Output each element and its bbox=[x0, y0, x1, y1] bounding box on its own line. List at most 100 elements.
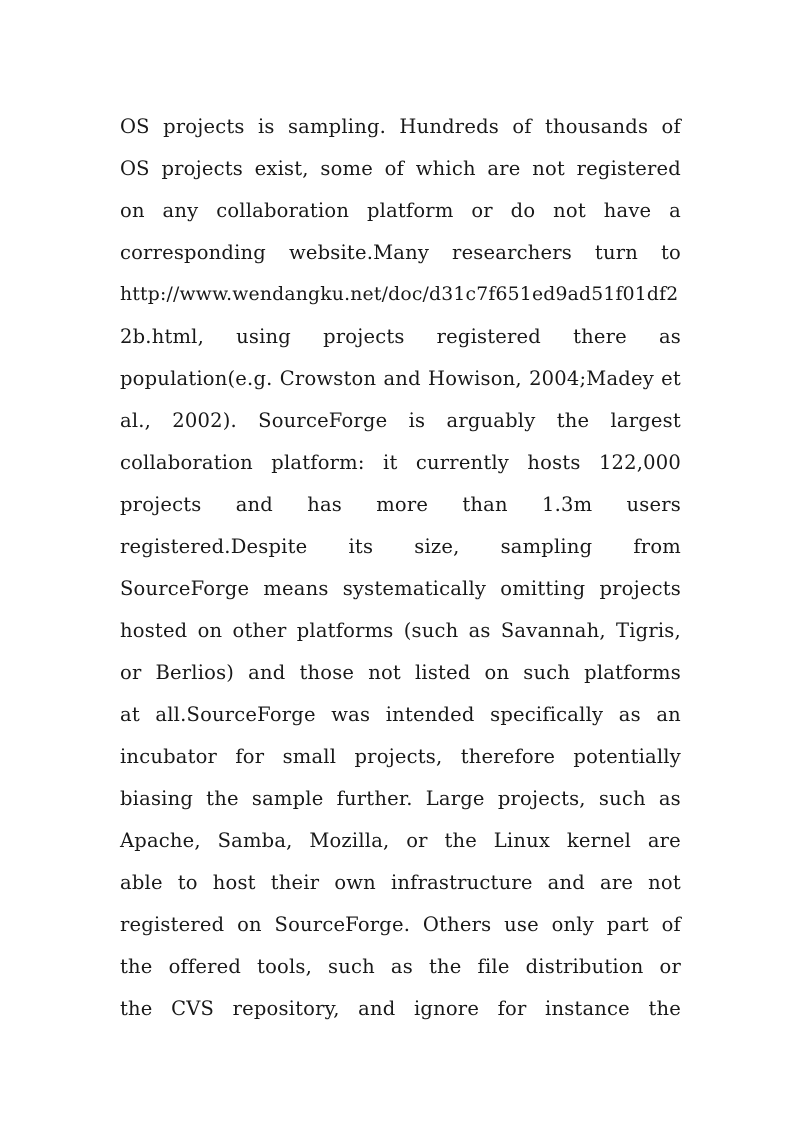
text-word: SourceForge. bbox=[274, 913, 411, 936]
text-word: use bbox=[504, 913, 539, 936]
text-word: the bbox=[556, 409, 590, 432]
text-line: http://www.wendangku.net/doc/d31c7f651ed… bbox=[120, 274, 681, 316]
text-word: the bbox=[120, 997, 153, 1020]
text-word: which bbox=[415, 157, 476, 180]
text-line: biasing the sample further. Large projects, su… bbox=[120, 778, 681, 820]
text-word: file bbox=[477, 955, 510, 978]
text-word: or bbox=[406, 829, 428, 852]
text-word: some bbox=[320, 157, 373, 180]
text-word: website.Many bbox=[288, 241, 430, 264]
text-word: http://www.wendangku.net/doc/d31c7f651ed… bbox=[120, 284, 679, 305]
text-word: more bbox=[376, 493, 429, 516]
text-word: users bbox=[626, 493, 681, 516]
text-word: collaboration bbox=[120, 451, 253, 474]
text-line: registered on SourceForge. Others use only par… bbox=[120, 904, 681, 946]
text-word: kernel bbox=[566, 829, 632, 852]
text-word: the bbox=[444, 829, 477, 852]
text-word: hosted bbox=[120, 619, 188, 642]
text-word: for bbox=[235, 745, 265, 768]
text-word: able bbox=[120, 871, 163, 894]
text-word: therefore bbox=[460, 745, 556, 768]
text-word: infrastructure bbox=[390, 871, 533, 894]
text-word: and bbox=[383, 367, 421, 390]
text-word: are bbox=[647, 829, 681, 852]
text-word: from bbox=[633, 535, 681, 558]
document-text-body: OS projects is sampling. Hundreds of thousands… bbox=[120, 106, 721, 1030]
text-word: to bbox=[660, 241, 681, 264]
text-word: is bbox=[257, 115, 275, 138]
text-word: arguably bbox=[446, 409, 536, 432]
text-line: population(e.g. Crowston and Howison, 2004;M… bbox=[120, 358, 681, 400]
text-word: projects bbox=[161, 157, 243, 180]
text-word: such bbox=[328, 955, 375, 978]
text-word: its bbox=[348, 535, 374, 558]
text-word: size, bbox=[414, 535, 460, 558]
text-word: 2b.html, bbox=[120, 325, 205, 348]
text-word: as bbox=[658, 787, 681, 810]
text-word: such bbox=[598, 787, 646, 810]
text-word: exist, bbox=[254, 157, 309, 180]
text-word: Others bbox=[422, 913, 492, 936]
text-word: 1.3m bbox=[541, 493, 593, 516]
text-word: sampling bbox=[500, 535, 593, 558]
text-word: projects bbox=[599, 577, 681, 600]
text-line: collaboration platform: it currently hosts 12… bbox=[120, 442, 681, 484]
text-word: of bbox=[512, 115, 532, 138]
text-word: those bbox=[299, 661, 355, 684]
text-word: and bbox=[248, 661, 286, 684]
text-word: of bbox=[661, 115, 681, 138]
text-word: the bbox=[428, 955, 462, 978]
text-word: the bbox=[206, 787, 239, 810]
text-word: collaboration bbox=[216, 199, 350, 222]
text-word: Howison, bbox=[428, 367, 522, 390]
text-word: own bbox=[334, 871, 376, 894]
text-word: on bbox=[484, 661, 510, 684]
text-line: the CVS repository, and ignore for instance the bbox=[120, 988, 681, 1030]
text-line: OS projects is sampling. Hundreds of thousands… bbox=[120, 106, 681, 148]
text-word: are bbox=[600, 871, 634, 894]
text-word: and bbox=[358, 997, 396, 1020]
text-word: have bbox=[603, 199, 652, 222]
text-word: on bbox=[237, 913, 262, 936]
text-word: platforms bbox=[584, 661, 681, 684]
text-word: and bbox=[547, 871, 585, 894]
text-word: instance bbox=[545, 997, 630, 1020]
text-word: tools, bbox=[257, 955, 313, 978]
text-line: the offered tools, such as the file distributio… bbox=[120, 946, 681, 988]
text-word: platform: bbox=[271, 451, 365, 474]
text-word: for bbox=[497, 997, 527, 1020]
text-word: and bbox=[235, 493, 273, 516]
text-word: or bbox=[120, 661, 142, 684]
text-word: the bbox=[648, 997, 681, 1020]
text-word: researchers bbox=[452, 241, 572, 264]
text-word: OS bbox=[120, 115, 150, 138]
text-word: projects bbox=[163, 115, 245, 138]
text-word: hosts bbox=[527, 451, 581, 474]
text-word: specifically bbox=[490, 703, 604, 726]
text-line: able to host their own infrastructure and are no… bbox=[120, 862, 681, 904]
text-word: biasing bbox=[120, 787, 194, 810]
text-word: further. bbox=[336, 787, 413, 810]
text-word: as bbox=[618, 703, 641, 726]
text-word: Savannah, bbox=[500, 619, 606, 642]
text-line: registered.Despite its size, sampling from bbox=[120, 526, 681, 568]
text-word: (such bbox=[403, 619, 459, 642]
text-line: OS projects exist, some of which are not registe… bbox=[120, 148, 681, 190]
text-line: al., 2002). SourceForge is arguably the larges… bbox=[120, 400, 681, 442]
text-word: Apache, bbox=[120, 829, 201, 852]
text-word: part bbox=[606, 913, 649, 936]
text-word: means bbox=[263, 577, 329, 600]
text-word: OS bbox=[120, 157, 150, 180]
text-word: a bbox=[669, 199, 681, 222]
text-word: Tigris, bbox=[616, 619, 681, 642]
text-word: of bbox=[384, 157, 405, 180]
text-word: corresponding bbox=[120, 241, 266, 264]
text-word: their bbox=[270, 871, 320, 894]
text-word: the bbox=[120, 955, 153, 978]
text-word: distribution bbox=[525, 955, 644, 978]
text-line: SourceForge means systematically omitting pr… bbox=[120, 568, 681, 610]
text-word: et bbox=[661, 367, 681, 390]
text-word: not bbox=[368, 661, 401, 684]
text-word: listed bbox=[414, 661, 471, 684]
text-word: Linux bbox=[493, 829, 551, 852]
